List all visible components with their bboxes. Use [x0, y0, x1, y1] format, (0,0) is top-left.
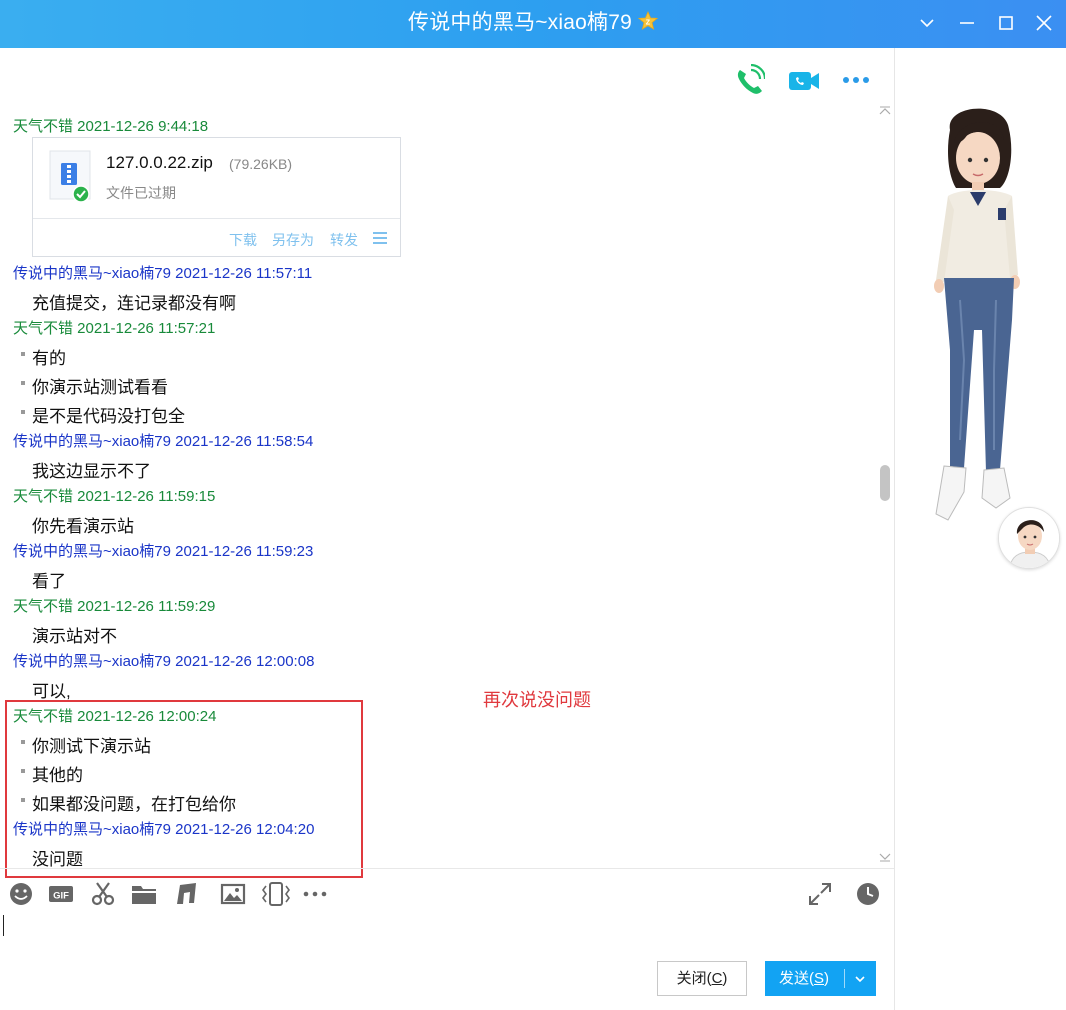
- history-clock-icon[interactable]: [855, 881, 881, 907]
- emoji-icon[interactable]: [8, 881, 34, 907]
- shake-icon[interactable]: [261, 881, 291, 907]
- send-hotkey: S: [813, 970, 824, 987]
- divider: [33, 218, 400, 219]
- image-icon[interactable]: [220, 881, 246, 907]
- message-text: 演示站对不: [32, 627, 117, 646]
- expand-icon[interactable]: [807, 881, 833, 907]
- send-label-text: 发送(: [778, 970, 814, 987]
- send-button[interactable]: 发送(S): [765, 961, 876, 996]
- message-header: 传说中的黑马~xiao楠79 2021-12-26 11:59:23: [13, 543, 314, 560]
- input-toolbar: GIF: [0, 868, 894, 916]
- contact-avatar[interactable]: [998, 507, 1060, 569]
- title-bar: 传说中的黑马~xiao楠79 Z: [0, 0, 1066, 48]
- music-icon[interactable]: [174, 881, 200, 907]
- scroll-down-icon[interactable]: [878, 851, 892, 863]
- send-label-end: ): [824, 970, 829, 987]
- close-hotkey: C: [711, 970, 723, 987]
- message-text: 是不是代码没打包全: [32, 407, 185, 426]
- message-header: 天气不错 2021-12-26 11:59:29: [13, 598, 216, 615]
- file-name: 127.0.0.22.zip: [106, 153, 213, 172]
- scroll-up-icon[interactable]: [878, 105, 892, 117]
- maximize-icon[interactable]: [993, 10, 1019, 36]
- close-label-end: ): [722, 970, 728, 987]
- download-link[interactable]: 下载: [229, 230, 257, 250]
- file-status: 文件已过期: [106, 185, 176, 201]
- save-as-link[interactable]: 另存为: [272, 230, 314, 250]
- file-size: (79.26KB): [229, 156, 293, 172]
- voice-call-icon[interactable]: [733, 64, 765, 98]
- gif-icon[interactable]: GIF: [48, 881, 74, 907]
- message-header: 天气不错 2021-12-26 11:57:21: [13, 320, 216, 337]
- video-call-icon[interactable]: [787, 64, 821, 98]
- close-icon[interactable]: [1031, 10, 1057, 36]
- close-label: 关闭(: [676, 970, 712, 987]
- message-header: 传说中的黑马~xiao楠79 2021-12-26 12:00:08: [13, 653, 315, 670]
- annotation-text: 再次说没问题: [483, 690, 591, 710]
- avatar-figure: [934, 108, 1020, 521]
- menu-icon[interactable]: [372, 231, 388, 245]
- file-card: 127.0.0.22.zip (79.26KB) 文件已过期 下载 另存为 转发: [32, 137, 401, 257]
- svg-text:GIF: GIF: [53, 891, 69, 902]
- minimize-icon[interactable]: [954, 10, 980, 36]
- message-header: 传说中的黑马~xiao楠79 2021-12-26 11:57:11: [13, 265, 313, 282]
- annotation-box: [5, 700, 363, 878]
- message-text: 你演示站测试看看: [32, 378, 168, 397]
- message-text: 看了: [32, 572, 66, 591]
- message-text: 充值提交，连记录都没有啊: [32, 294, 236, 313]
- scissors-icon[interactable]: [90, 881, 116, 907]
- boy-avatar-icon: [999, 508, 1059, 568]
- close-button[interactable]: 关闭(C): [657, 961, 747, 996]
- window-title: 传说中的黑马~xiao楠79 Z: [0, 0, 1066, 48]
- scrollbar-thumb[interactable]: [880, 465, 890, 501]
- zip-file-icon: [49, 150, 91, 202]
- chat-window: 传说中的黑马~xiao楠79 Z 天气不错 2021-12-26 9:44:18…: [0, 0, 1066, 1010]
- chevron-down-icon[interactable]: [914, 10, 940, 36]
- message-text: 我这边显示不了: [32, 462, 151, 481]
- bullet: [21, 352, 25, 356]
- star-icon: Z: [637, 11, 658, 30]
- message-input-caret[interactable]: [3, 915, 4, 936]
- bullet: [21, 410, 25, 414]
- message-text: 你先看演示站: [32, 517, 134, 536]
- more-icon[interactable]: [840, 64, 872, 98]
- chevron-down-icon[interactable]: [853, 972, 867, 986]
- more-icon[interactable]: [302, 881, 328, 907]
- bullet: [21, 381, 25, 385]
- divider: [844, 969, 845, 988]
- message-header: 传说中的黑马~xiao楠79 2021-12-26 11:58:54: [13, 433, 314, 450]
- forward-link[interactable]: 转发: [330, 230, 358, 250]
- message-header: 天气不错 2021-12-26 11:59:15: [13, 488, 216, 505]
- contact-name: 传说中的黑马~xiao楠79: [408, 11, 632, 34]
- message-header: 天气不错 2021-12-26 9:44:18: [13, 118, 209, 135]
- folder-icon[interactable]: [131, 881, 157, 907]
- svg-text:Z: Z: [646, 20, 651, 27]
- send-label: 发送(S): [765, 961, 843, 996]
- message-text: 有的: [32, 349, 66, 368]
- message-text: 可以,: [32, 682, 71, 701]
